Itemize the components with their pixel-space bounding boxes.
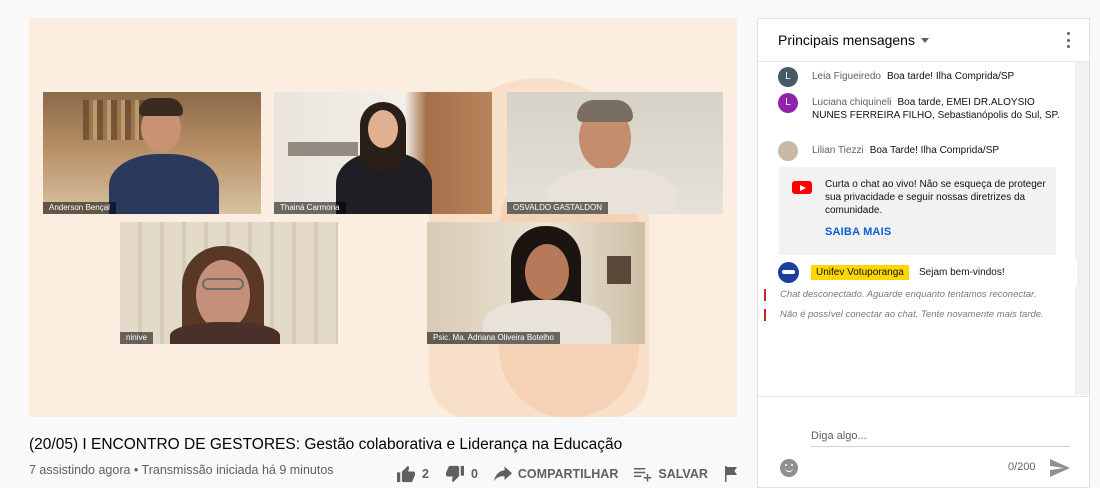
chat-input-area: Diga algo... 0/200 [758, 396, 1089, 487]
flag-icon [724, 466, 737, 482]
save-label: SALVAR [658, 467, 708, 481]
participant-tile: OSVALDO GASTALDON [507, 92, 723, 214]
system-message: Chat desconectado. Aguarde enquanto tent… [764, 289, 1064, 301]
share-button[interactable]: COMPARTILHAR [493, 466, 619, 482]
message-author[interactable]: Luciana chiquineli [812, 97, 892, 108]
youtube-logo-icon [792, 181, 812, 194]
chat-input[interactable]: Diga algo... [811, 427, 1070, 447]
participant-tile: Anderson Bençal [43, 92, 261, 214]
thumbs-down-icon [445, 465, 464, 483]
thumbs-up-icon [397, 465, 415, 483]
chat-mode-selector[interactable]: Principais mensagens [778, 32, 915, 48]
send-icon[interactable] [1050, 459, 1070, 477]
participant-name: ninive [120, 332, 153, 344]
report-button[interactable] [724, 466, 744, 482]
chat-scrollbar[interactable] [1075, 62, 1089, 395]
notice-text: Curta o chat ao vivo! Não se esqueça de … [825, 179, 1046, 216]
message-text: Sejam bem-vindos! [919, 267, 1005, 278]
share-icon [493, 466, 512, 482]
video-meta: 7 assistindo agora • Transmissão iniciad… [29, 463, 334, 477]
dislike-button[interactable]: 0 [445, 465, 478, 483]
message-text: Boa tarde! Ilha Comprida/SP [886, 71, 1015, 82]
more-options-icon[interactable] [1067, 32, 1071, 48]
participant-tile: ninive [120, 222, 338, 344]
like-button[interactable]: 2 [396, 465, 429, 483]
chat-message: L Luciana chiquineli Boa tarde, EMEI DR.A… [778, 93, 1068, 122]
learn-more-link[interactable]: SAIBA MAIS [825, 226, 891, 238]
participant-name: Thainá Carmona [274, 202, 346, 214]
message-author[interactable]: Lilian Tiezzi [812, 145, 864, 156]
chat-guidelines-notice: Curta o chat ao vivo! Não se esqueça de … [779, 167, 1056, 255]
message-author[interactable]: Leia Figueiredo [812, 71, 881, 82]
avatar [778, 141, 798, 161]
owner-author-badge[interactable]: Unifev Votuporanga [811, 265, 909, 280]
video-player[interactable]: Anderson Bençal Thainá Carmona OSVALDO G… [29, 18, 737, 417]
chat-message: Lilian Tiezzi Boa Tarde! Ilha Comprida/SP [778, 141, 1068, 161]
char-counter: 0/200 [1008, 461, 1036, 473]
participant-tile: Thainá Carmona [274, 92, 492, 214]
participant-name: OSVALDO GASTALDON [507, 202, 609, 214]
avatar: L [778, 93, 798, 113]
youtube-live-page: Anderson Bençal Thainá Carmona OSVALDO G… [0, 0, 1100, 488]
avatar [778, 262, 799, 283]
participant-name: Anderson Bençal [43, 202, 116, 214]
playlist-add-icon [634, 468, 652, 482]
share-label: COMPARTILHAR [517, 467, 619, 481]
system-message: Não é possível conectar ao chat. Tente n… [764, 309, 1064, 321]
save-button[interactable]: SALVAR [634, 466, 708, 482]
chat-header: Principais mensagens [758, 19, 1089, 62]
message-text: Boa Tarde! Ilha Comprida/SP [869, 145, 1000, 156]
live-chat-panel: Principais mensagens L Leia Figueiredo Bo… [757, 18, 1090, 488]
like-count: 2 [422, 467, 429, 481]
dislike-count: 0 [470, 467, 478, 481]
video-title: (20/05) I ENCONTRO DE GESTORES: Gestão c… [29, 436, 623, 453]
avatar: L [778, 67, 798, 87]
dropdown-caret-icon[interactable] [920, 37, 929, 43]
owner-chat-message: Unifev Votuporanga Sejam bem-vindos! [758, 260, 1077, 286]
video-actions: 2 0 COMPARTILHAR SALVAR [396, 463, 760, 485]
chat-message: L Leia Figueiredo Boa tarde! Ilha Comprid… [778, 67, 1068, 87]
emoji-icon[interactable] [780, 459, 798, 477]
participant-tile: Psic. Ma. Adriana Oliveira Botelho [427, 222, 645, 344]
participant-name: Psic. Ma. Adriana Oliveira Botelho [427, 332, 560, 344]
